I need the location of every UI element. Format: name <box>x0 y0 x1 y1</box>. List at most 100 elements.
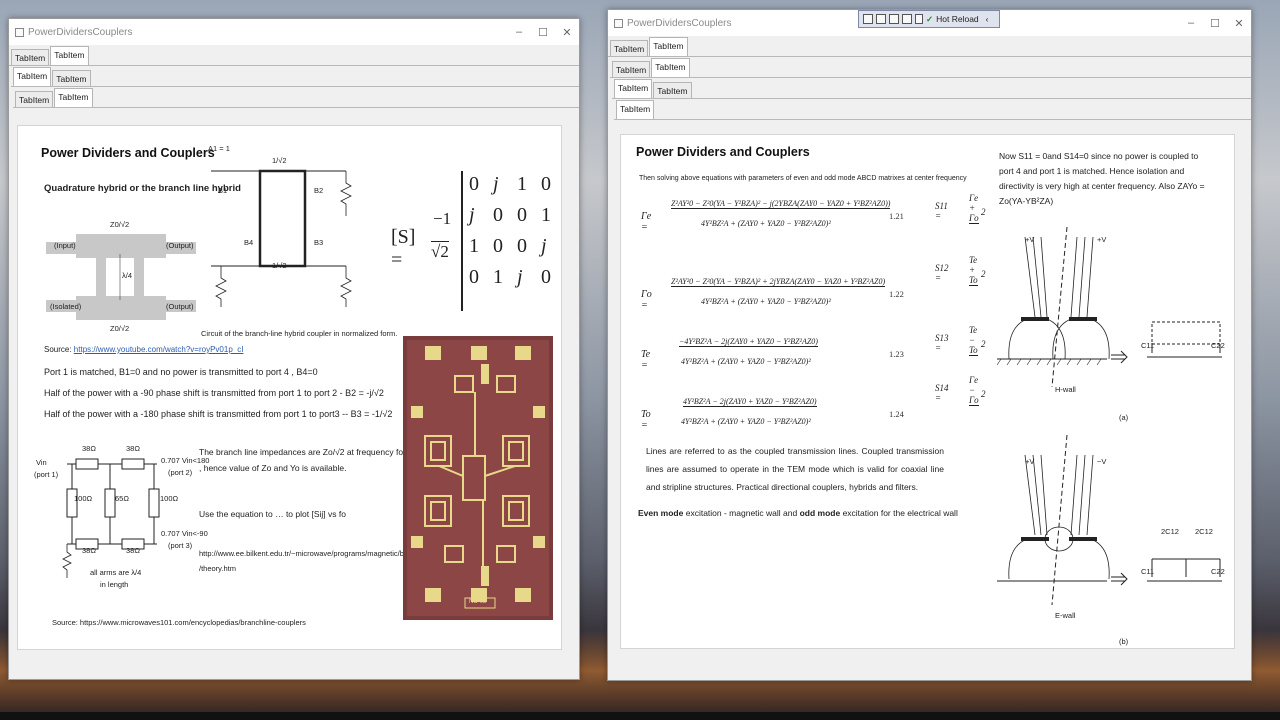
s-cell: 1 <box>517 173 527 195</box>
minimize-button[interactable]: – <box>1179 10 1203 36</box>
odd-mode-rest: excitation for the electrical wall <box>840 508 958 518</box>
binding-failures-icon[interactable] <box>902 14 912 24</box>
close-button[interactable]: ✕ <box>1227 10 1251 36</box>
circuit-label-b3: B3 <box>314 238 324 247</box>
s-matrix-factor-den: √2 <box>431 241 449 261</box>
net-label-38c: 38Ω <box>82 546 96 555</box>
circuit-label-b2: B2 <box>314 186 324 195</box>
fig-label-c12a: 2C12 <box>1161 527 1179 536</box>
circuit-caption: Circuit of the branch-line hybrid couple… <box>201 329 398 338</box>
bilkent-url-line-1[interactable]: http://www.ee.bilkent.edu.tr/~microwave/… <box>199 549 428 558</box>
fig-label-b: (b) <box>1119 637 1129 646</box>
display-adorners-icon[interactable] <box>876 14 886 24</box>
s-cell: 1 <box>493 266 503 288</box>
s-lhs: S13 = <box>935 333 949 353</box>
eq-lhs: Γe = <box>641 211 652 233</box>
eq-num: Z²AY²0 − Z²0(YA − Y²BZA)² − j(2YBZA(ZAY0… <box>671 199 891 209</box>
hot-reload-label[interactable]: Hot Reload <box>936 14 979 24</box>
fig-label-c12b: 2C12 <box>1195 527 1213 536</box>
eq-num: 4Y²BZ²A − 2j(ZAY0 + YAZ0 − Y²BZ²AZ0) <box>683 397 817 407</box>
net-label-100b: 100Ω <box>160 494 179 503</box>
s-cell: j <box>493 173 499 195</box>
minimize-button[interactable]: – <box>507 19 531 45</box>
collapse-toolbar-icon[interactable]: ‹ <box>986 14 989 24</box>
scan-icon[interactable] <box>915 14 923 24</box>
half-power-180-line: Half of the power with a -180 phase shif… <box>44 409 393 419</box>
tab-item-selected[interactable]: TabItem <box>614 79 653 98</box>
hybrid-layout-diagram <box>46 234 196 320</box>
eq-lhs: Te = <box>641 349 651 371</box>
tab-item-selected[interactable]: TabItem <box>50 46 89 65</box>
fig-label-c11: C11 <box>1141 341 1155 350</box>
s-cell: 1 <box>469 235 479 257</box>
s-matrix-factor-num: −1 <box>433 209 452 228</box>
hot-reload-toolbar: ✓ Hot Reload ‹ <box>858 10 1000 28</box>
close-button[interactable]: ✕ <box>555 19 579 45</box>
maximize-button[interactable]: ☐ <box>1203 10 1227 36</box>
s-cell: 0 <box>469 173 479 195</box>
tab-item-selected[interactable]: TabItem <box>649 37 688 56</box>
window-title: PowerDividersCouplers <box>627 17 732 29</box>
s-lhs: S12 = <box>935 263 949 283</box>
circuit-label-b4: B4 <box>244 238 254 247</box>
s-cell: 0 <box>541 173 551 195</box>
s-num: Γe + Γo <box>969 193 979 224</box>
coupler-chip-photo <box>403 336 553 620</box>
s-cell: j <box>469 204 475 226</box>
tab-item[interactable]: TabItem <box>15 91 54 107</box>
fig-label-c11b: C11 <box>1141 567 1155 576</box>
title-bar: PowerDividersCouplers – ☐ ✕ <box>9 19 579 45</box>
isolation-note: Now S11 = 0and S14=0 since no power is c… <box>999 151 1205 206</box>
diagram-label-isolated: (Isolated) <box>50 302 82 311</box>
tab-item[interactable]: TabItem <box>653 82 692 98</box>
eq-number: 1.21 <box>889 211 904 221</box>
fig-label-v2: +V <box>1097 235 1107 244</box>
fig-label-hwall: H-wall <box>1055 385 1076 394</box>
tab-row-2: TabItem TabItem <box>610 57 1251 78</box>
eq-number: 1.24 <box>889 409 904 419</box>
source-link[interactable]: https://www.youtube.com/watch?v=royPv01p… <box>74 345 244 354</box>
window-title: PowerDividersCouplers <box>28 26 133 38</box>
tab-item[interactable]: TabItem <box>612 61 651 77</box>
s-lhs: S11 = <box>935 201 948 221</box>
tab-item[interactable]: TabItem <box>52 70 91 86</box>
net-label-port2: (port 2) <box>168 468 193 477</box>
net-label-38d: 38Ω <box>126 546 140 555</box>
net-label-out3: 0.707 Vin<-90 <box>161 529 208 538</box>
even-mode-rest: excitation - magnetic wall and <box>683 508 800 518</box>
tab-item-selected[interactable]: TabItem <box>13 67 52 86</box>
track-focus-icon[interactable] <box>889 14 899 24</box>
net-label-arms1: all arms are λ/4 <box>90 568 142 577</box>
eq-den: 4Y²BZ²A + (ZAY0 + YAZ0 − Y²BZ²AZ0)² <box>701 297 831 306</box>
tab-item[interactable]: TabItem <box>610 40 649 56</box>
eq-den: 4Y²BZ²A + (ZAY0 + YAZ0 − Y²BZ²AZ0)² <box>681 417 811 426</box>
fig-label-c22b: C22 <box>1211 567 1225 576</box>
fig-label-v4: −V <box>1097 457 1107 466</box>
tab-row-1: TabItem TabItem <box>9 45 579 66</box>
even-odd-mode-line: Even mode excitation - magnetic wall and… <box>638 505 958 521</box>
bilkent-url-line-2[interactable]: /theory.htm <box>199 564 236 573</box>
net-label-65: 65Ω <box>115 494 129 503</box>
tab-item[interactable]: TabItem <box>11 49 50 65</box>
tab-item-selected[interactable]: TabItem <box>616 100 655 119</box>
tab-row-1: TabItem TabItem <box>608 36 1251 57</box>
net-label-port3: (port 3) <box>168 541 193 550</box>
s-cell: 0 <box>517 204 527 226</box>
s-cell: 0 <box>493 204 503 226</box>
s-matrix-grid: 0 j 1 0 j 0 0 1 1 0 0 j 0 1 j 0 <box>469 173 561 289</box>
select-element-icon[interactable] <box>863 14 873 24</box>
fig-label-c22: C22 <box>1211 341 1225 350</box>
maximize-button[interactable]: ☐ <box>531 19 555 45</box>
branch-impedance-text: The branch line impedances are Zo/√2 at … <box>199 447 404 474</box>
s-lhs: S14 = <box>935 383 949 403</box>
even-mode-bold: Even mode <box>638 508 684 518</box>
net-label-vin: Vin <box>36 458 47 467</box>
net-label-38b: 38Ω <box>126 444 140 453</box>
port-matched-line: Port 1 is matched, B1=0 and no power is … <box>44 367 318 377</box>
eq-den: 4Y²BZ²A + (ZAY0 + YAZ0 − Y²BZ²AZ0)² <box>681 357 811 366</box>
branchline-circuit-schematic <box>211 169 352 307</box>
tab-item-selected[interactable]: TabItem <box>651 58 690 77</box>
source-line: Source: https://www.youtube.com/watch?v=… <box>44 342 243 357</box>
tab-item-selected[interactable]: TabItem <box>54 88 93 107</box>
use-equation-text: Use the equation to … to plot [Sij] vs f… <box>199 509 346 519</box>
